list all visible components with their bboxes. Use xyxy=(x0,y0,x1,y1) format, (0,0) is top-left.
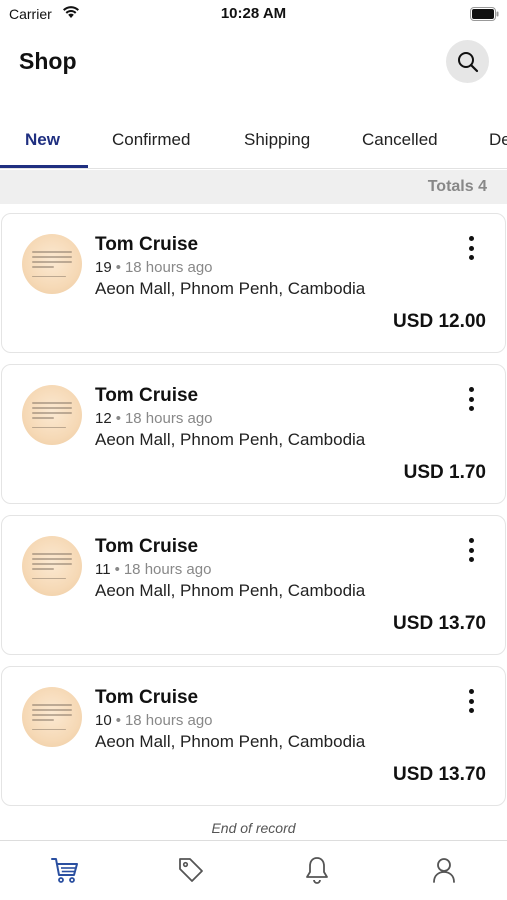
order-address: Aeon Mall, Phnom Penh, Cambodia xyxy=(95,732,366,751)
separator-dot: • xyxy=(115,712,121,729)
search-icon xyxy=(457,51,478,72)
totals-count: Totals 4 xyxy=(427,178,487,195)
order-number: 12 xyxy=(95,410,112,427)
totals-bar: Totals 4 xyxy=(0,170,507,204)
order-meta: 11 • 18 hours ago xyxy=(95,561,211,578)
tab-confirmed[interactable]: Confirmed xyxy=(112,130,190,150)
avatar xyxy=(22,385,82,445)
separator-dot: • xyxy=(115,410,121,427)
status-time: 10:28 AM xyxy=(220,5,287,22)
status-tabs: New Confirmed Shipping Cancelled De xyxy=(0,118,507,169)
more-options-icon[interactable] xyxy=(461,236,481,260)
bottom-nav xyxy=(0,840,507,900)
search-button[interactable] xyxy=(446,40,489,83)
bell-icon xyxy=(306,857,328,884)
order-card[interactable]: Tom Cruise 19 • 18 hours ago Aeon Mall, Ph… xyxy=(1,213,506,353)
tab-shipping[interactable]: Shipping xyxy=(244,130,310,150)
cart-icon xyxy=(51,858,78,883)
avatar xyxy=(22,687,82,747)
order-amount: USD 13.70 xyxy=(393,764,486,785)
active-tab-indicator xyxy=(0,165,88,168)
customer-name: Tom Cruise xyxy=(95,234,199,255)
tab-cancelled[interactable]: Cancelled xyxy=(362,130,438,150)
order-amount: USD 13.70 xyxy=(393,613,486,634)
order-number: 19 xyxy=(95,259,112,276)
order-number: 10 xyxy=(95,712,112,729)
nav-cart[interactable] xyxy=(48,853,82,887)
user-icon xyxy=(433,858,455,883)
end-of-record-note: End of record xyxy=(211,820,296,836)
order-card[interactable]: Tom Cruise 10 • 18 hours ago Aeon Mall, Ph… xyxy=(1,666,506,806)
tab-delivered[interactable]: De xyxy=(489,130,507,150)
order-meta: 19 • 18 hours ago xyxy=(95,259,213,276)
order-time: 18 hours ago xyxy=(124,410,213,427)
tag-icon xyxy=(179,858,203,882)
customer-name: Tom Cruise xyxy=(95,687,199,708)
customer-name: Tom Cruise xyxy=(95,385,199,406)
order-time: 18 hours ago xyxy=(124,712,213,729)
more-options-icon[interactable] xyxy=(461,387,481,411)
order-time: 18 hours ago xyxy=(124,259,213,276)
order-card[interactable]: Tom Cruise 11 • 18 hours ago Aeon Mall, Ph… xyxy=(1,515,506,655)
order-time: 18 hours ago xyxy=(123,561,212,578)
order-address: Aeon Mall, Phnom Penh, Cambodia xyxy=(95,430,366,449)
order-address: Aeon Mall, Phnom Penh, Cambodia xyxy=(95,279,366,298)
tab-new[interactable]: New xyxy=(25,130,60,150)
nav-notifications[interactable] xyxy=(300,853,334,887)
more-options-icon[interactable] xyxy=(461,689,481,713)
more-options-icon[interactable] xyxy=(461,538,481,562)
order-meta: 12 • 18 hours ago xyxy=(95,410,213,427)
avatar xyxy=(22,234,82,294)
order-meta: 10 • 18 hours ago xyxy=(95,712,213,729)
order-card[interactable]: Tom Cruise 12 • 18 hours ago Aeon Mall, Ph… xyxy=(1,364,506,504)
avatar xyxy=(22,536,82,596)
nav-tags[interactable] xyxy=(174,853,208,887)
separator-dot: • xyxy=(114,561,120,578)
page-title: Shop xyxy=(19,48,77,74)
customer-name: Tom Cruise xyxy=(95,536,199,557)
order-address: Aeon Mall, Phnom Penh, Cambodia xyxy=(95,581,366,600)
separator-dot: • xyxy=(115,259,121,276)
order-number: 11 xyxy=(95,561,111,578)
nav-profile[interactable] xyxy=(427,853,461,887)
battery-icon xyxy=(470,7,499,21)
order-amount: USD 1.70 xyxy=(403,462,486,483)
status-bar: Carrier 10:28 AM xyxy=(0,0,507,30)
app-header: Shop xyxy=(0,30,507,100)
order-amount: USD 12.00 xyxy=(393,311,486,332)
